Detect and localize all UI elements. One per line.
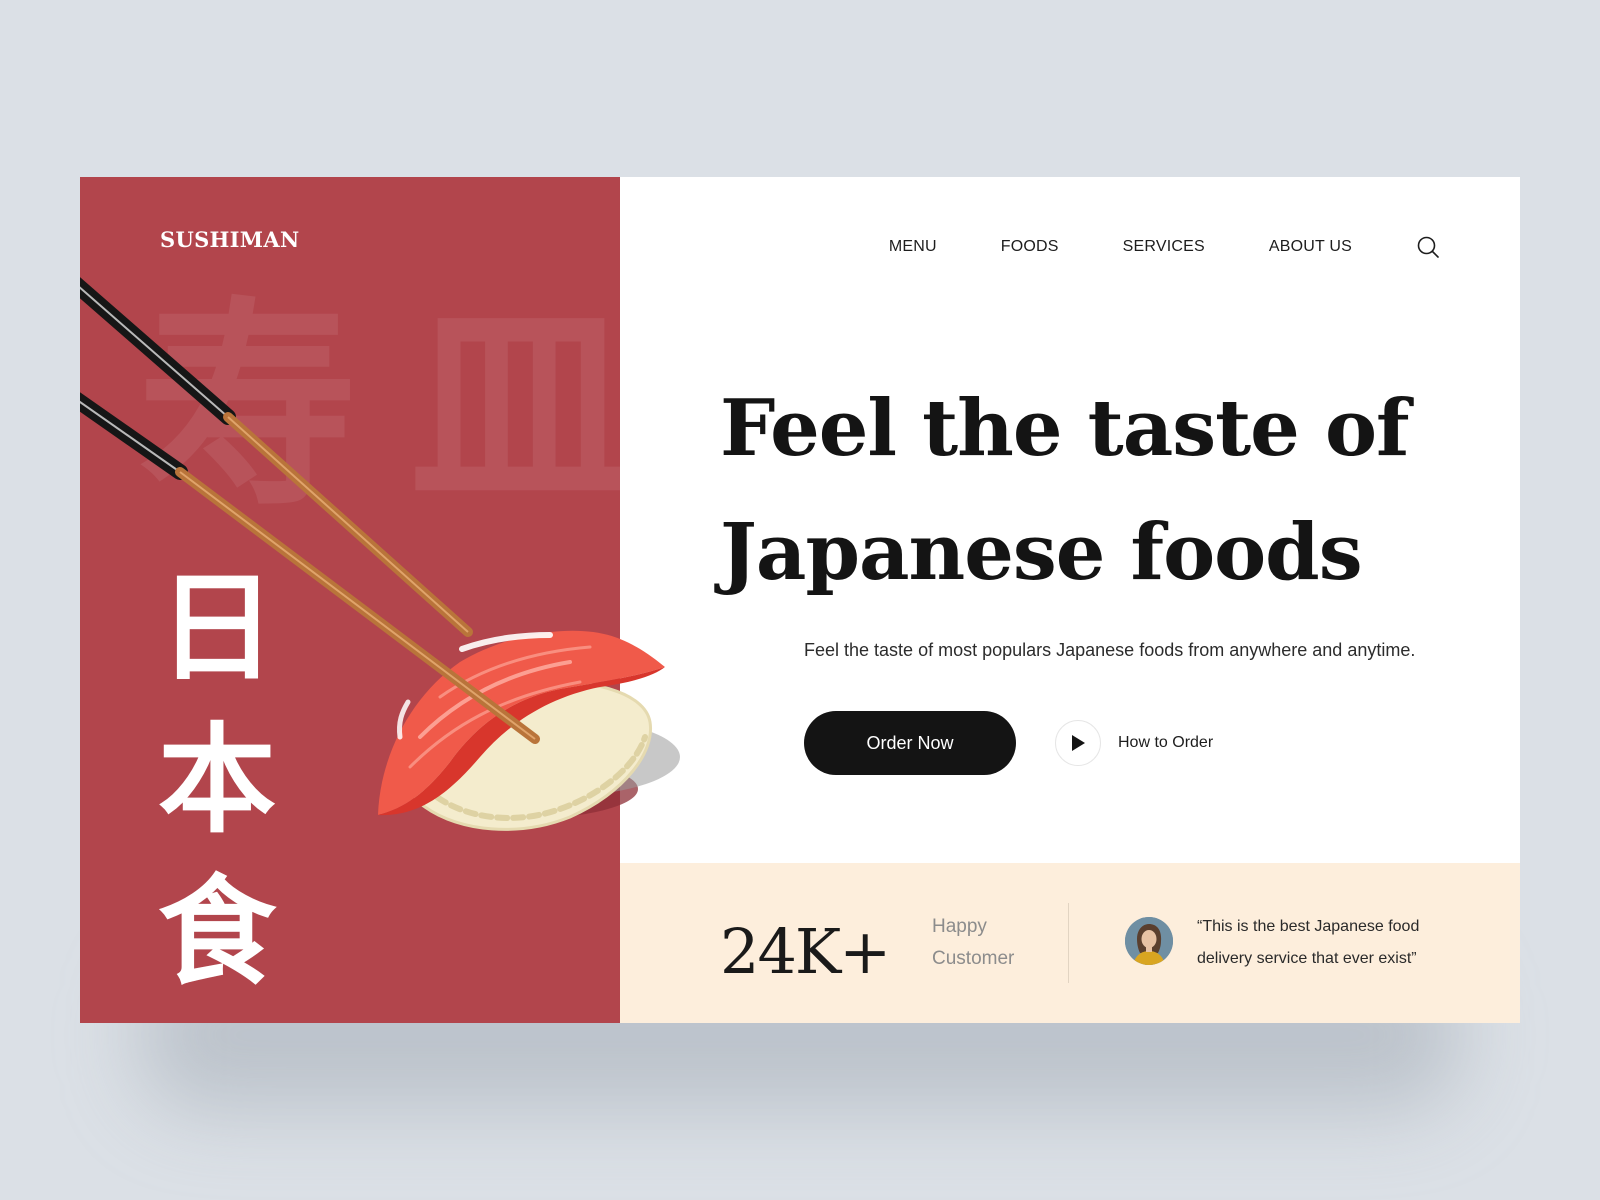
customer-count: 24K+	[720, 915, 891, 988]
landing-page-card: 寿 皿 SUSHIMAN 日 本 食 MENU FOODS SERVICES A…	[80, 177, 1520, 1023]
order-now-button[interactable]: Order Now	[804, 711, 1016, 775]
main-nav: MENU FOODS SERVICES ABOUT US	[825, 232, 1440, 262]
play-button[interactable]	[1055, 720, 1101, 766]
stats-divider	[1068, 903, 1069, 983]
person-icon	[1125, 917, 1173, 965]
hero-title-line-2: Japanese foods	[720, 507, 1363, 598]
customer-label-line-2: Customer	[932, 948, 1015, 969]
sushi-chopsticks-illustration	[80, 277, 680, 831]
customer-label-line-1: Happy	[932, 916, 987, 937]
testimonial-line-1: “This is the best Japanese food	[1197, 918, 1420, 935]
nav-item-menu[interactable]: MENU	[889, 238, 937, 256]
hero-title-line-1: Feel the taste of	[720, 383, 1410, 474]
nav-item-foods[interactable]: FOODS	[1001, 238, 1059, 256]
how-to-order-label: How to Order	[1118, 734, 1214, 751]
how-to-order-button[interactable]: How to Order	[1055, 720, 1213, 766]
avatar	[1125, 917, 1173, 965]
nav-item-services[interactable]: SERVICES	[1123, 238, 1205, 256]
testimonial-quote: “This is the best Japanese food delivery…	[1197, 911, 1457, 975]
customer-label: Happy Customer	[932, 911, 1014, 975]
testimonial-line-2: delivery service that ever exist”	[1197, 950, 1417, 967]
stats-bar: 24K+ Happy Customer “This is the best Ja…	[620, 863, 1520, 1023]
hero-subtitle: Feel the taste of most populars Japanese…	[804, 640, 1416, 660]
search-icon[interactable]	[1416, 235, 1440, 259]
play-icon	[1072, 735, 1085, 751]
hero-title: Feel the taste of Japanese foods	[720, 367, 1420, 615]
nav-item-about-us[interactable]: ABOUT US	[1269, 238, 1352, 256]
